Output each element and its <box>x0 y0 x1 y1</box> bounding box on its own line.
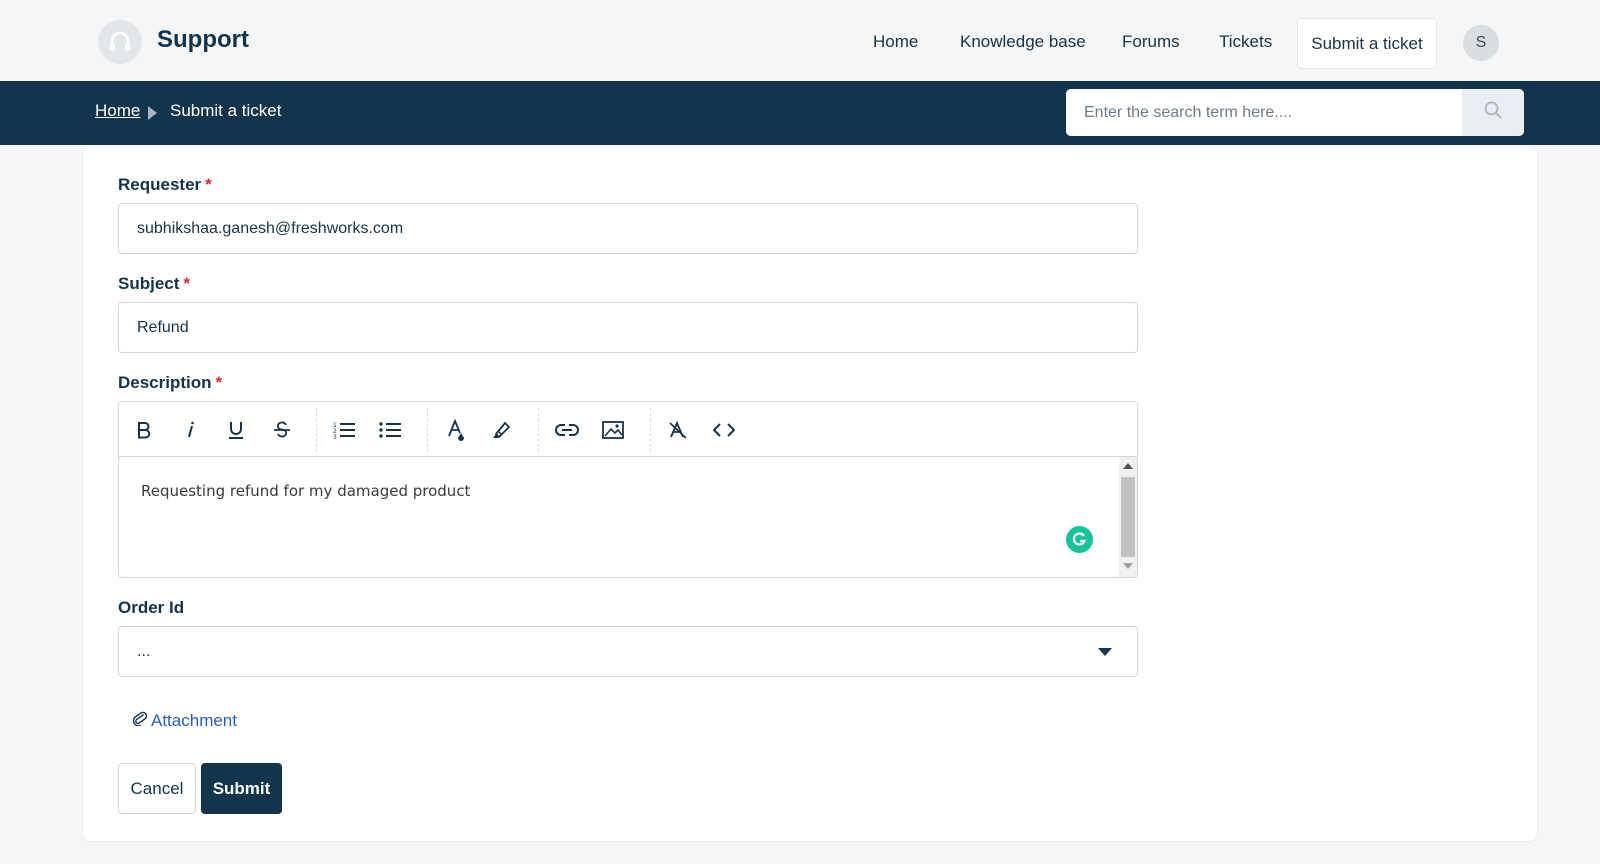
editor-toolbar: 123 <box>119 402 1137 457</box>
strikethrough-icon[interactable] <box>267 415 297 445</box>
scroll-thumb[interactable] <box>1121 477 1135 557</box>
top-header: Support Home Knowledge base Forums Ticke… <box>0 0 1600 81</box>
nav-forums[interactable]: Forums <box>1122 32 1180 52</box>
requester-label: Requester * <box>118 175 212 195</box>
requester-label-text: Requester <box>118 175 202 194</box>
font-color-icon[interactable] <box>441 415 471 445</box>
image-icon[interactable] <box>598 415 628 445</box>
subject-label-text: Subject <box>118 274 180 293</box>
attachment-label: Attachment <box>151 710 237 730</box>
subject-field[interactable]: Refund <box>118 302 1138 353</box>
paperclip-icon <box>132 710 148 731</box>
scroll-down-icon[interactable] <box>1123 563 1133 569</box>
svg-text:3: 3 <box>333 434 337 440</box>
nav-knowledge-base[interactable]: Knowledge base <box>960 32 1086 52</box>
brand-title[interactable]: Support <box>157 26 249 54</box>
user-avatar[interactable]: S <box>1463 25 1499 61</box>
nav-submit-ticket-button[interactable]: Submit a ticket <box>1297 18 1437 69</box>
attachment-link[interactable]: Attachment <box>132 710 237 731</box>
bullet-list-icon[interactable] <box>375 415 405 445</box>
chevron-down-icon <box>1098 648 1112 656</box>
cancel-button[interactable]: Cancel <box>118 763 196 814</box>
search-input[interactable] <box>1066 89 1462 136</box>
requester-field[interactable]: subhikshaa.ganesh@freshworks.com <box>118 203 1138 254</box>
underline-icon[interactable] <box>221 415 251 445</box>
order-id-label: Order Id <box>118 598 185 617</box>
required-marker: * <box>215 373 223 392</box>
nav-tickets[interactable]: Tickets <box>1219 32 1272 52</box>
headset-logo-icon[interactable] <box>98 20 142 64</box>
description-editor: 123 Requesting refund for my damaged pro… <box>118 401 1138 578</box>
breadcrumb-separator-icon <box>148 106 157 120</box>
search-box <box>1066 89 1524 136</box>
highlight-icon[interactable] <box>486 415 516 445</box>
code-icon[interactable] <box>709 415 739 445</box>
subject-label: Subject * <box>118 274 190 294</box>
search-icon <box>1483 100 1503 125</box>
search-button[interactable] <box>1462 89 1524 136</box>
toolbar-divider <box>650 408 651 452</box>
link-icon[interactable] <box>552 415 582 445</box>
editor-scrollbar[interactable] <box>1119 457 1137 577</box>
description-textarea[interactable]: Requesting refund for my damaged product <box>119 457 1119 577</box>
toolbar-divider <box>427 408 428 452</box>
description-label: Description * <box>118 373 222 393</box>
required-marker: * <box>183 274 191 293</box>
nav-home[interactable]: Home <box>873 32 918 52</box>
scroll-up-icon[interactable] <box>1123 463 1133 469</box>
order-id-select[interactable]: ... <box>118 626 1138 677</box>
required-marker: * <box>205 175 212 194</box>
clear-format-icon[interactable] <box>663 415 693 445</box>
toolbar-divider <box>316 408 317 452</box>
toolbar-divider <box>538 408 539 452</box>
ordered-list-icon[interactable]: 123 <box>329 415 359 445</box>
breadcrumb-home-link[interactable]: Home <box>95 101 140 121</box>
grammarly-icon[interactable] <box>1066 526 1093 553</box>
breadcrumb-current: Submit a ticket <box>170 101 282 120</box>
italic-icon[interactable] <box>175 415 205 445</box>
order-id-value: ... <box>137 642 151 660</box>
submit-button[interactable]: Submit <box>201 763 282 814</box>
description-label-text: Description <box>118 373 212 392</box>
bold-icon[interactable] <box>129 415 159 445</box>
